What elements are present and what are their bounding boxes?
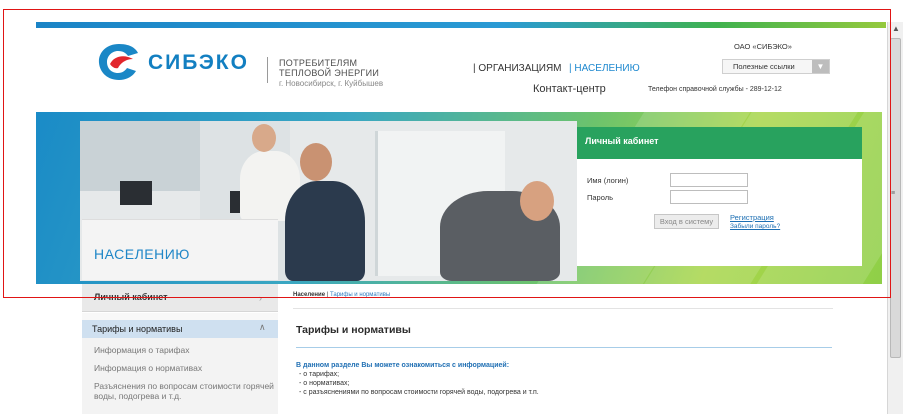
section-card: НАСЕЛЕНИЮ: [82, 219, 278, 280]
top-color-strip: [36, 22, 886, 28]
useful-links-select[interactable]: Полезные ссылки ▼: [722, 59, 830, 74]
tagline-line: ПОТРЕБИТЕЛЯМ: [279, 58, 358, 68]
password-input[interactable]: [670, 190, 748, 204]
register-link[interactable]: Регистрация: [730, 213, 774, 222]
login-title: Личный кабинет: [585, 136, 659, 146]
scroll-grip-icon: ≡: [891, 190, 896, 197]
scroll-thumb[interactable]: [890, 38, 901, 358]
scroll-up-icon[interactable]: ▲: [888, 22, 903, 36]
breadcrumb-separator: |: [326, 292, 329, 298]
login-header: Личный кабинет: [577, 127, 862, 159]
forgot-password-link[interactable]: Забыли пароль?: [730, 223, 780, 230]
logo-text: СИБЭКО: [148, 51, 249, 74]
login-input[interactable]: [670, 173, 748, 187]
list-item: - с разъяснениями по вопросам стоимости …: [299, 389, 539, 396]
photo-person-head: [300, 143, 332, 181]
nav-population[interactable]: | НАСЕЛЕНИЮ: [569, 63, 640, 74]
chevron-down-icon[interactable]: ▼: [812, 60, 829, 73]
list-item: - о тарифах;: [299, 371, 340, 378]
login-button[interactable]: Вход в систему: [654, 214, 719, 229]
contact-center-link[interactable]: Контакт-центр: [533, 83, 606, 95]
chevron-up-icon: ∧: [259, 322, 266, 332]
company-name: ОАО «СИБЭКО»: [734, 42, 792, 51]
photo-person: [285, 181, 365, 281]
list-item: - о нормативах;: [299, 380, 350, 387]
intro-text: В данном разделе Вы можете ознакомиться …: [296, 362, 510, 369]
password-label: Пароль: [587, 193, 614, 202]
header-tagline: ПОТРЕБИТЕЛЯМ ТЕПЛОВОЙ ЭНЕРГИИ г. Новосиб…: [279, 58, 449, 88]
breadcrumb-current: Тарифы и нормативы: [329, 292, 391, 298]
sidebar-subitem-tariff-info[interactable]: Информация о тарифах: [94, 345, 189, 355]
sidebar-item-label: Личный кабинет: [94, 292, 168, 302]
window-edge: [0, 0, 36, 414]
vertical-scrollbar[interactable]: ▲ ≡: [887, 22, 903, 414]
chevron-right-icon: ›: [259, 293, 262, 303]
header-divider: [267, 57, 268, 83]
sidebar-item-tariffs[interactable]: Тарифы и нормативы ∧: [82, 320, 278, 338]
login-label: Имя (логин): [587, 176, 629, 185]
nav-organizations[interactable]: | ОРГАНИЗАЦИЯМ: [473, 63, 562, 74]
sidebar-submenu: Информация о тарифах Информация о нормат…: [82, 338, 278, 414]
sibeco-logo-icon: [98, 44, 138, 80]
photo-monitor: [120, 181, 152, 205]
sidebar-subitem-norm-info[interactable]: Информация о нормативах: [94, 363, 202, 373]
useful-links-label: Полезные ссылки: [733, 62, 795, 71]
browser-page: СИБЭКО ПОТРЕБИТЕЛЯМ ТЕПЛОВОЙ ЭНЕРГИИ г. …: [0, 0, 903, 414]
hotline-phone: Телефон справочной службы - 289-12-12: [648, 86, 782, 93]
sidebar-item-label: Тарифы и нормативы: [92, 324, 183, 334]
breadcrumb-home[interactable]: Население: [293, 292, 325, 298]
login-panel: Личный кабинет Имя (логин) Пароль Вход в…: [577, 127, 862, 266]
photo-person-head: [252, 124, 276, 152]
tagline-city: г. Новосибирск, г. Куйбышев: [279, 79, 384, 88]
sidebar-gap: [82, 313, 278, 320]
sidebar-item-cabinet[interactable]: Личный кабинет ›: [82, 284, 278, 312]
sidebar-subitem-explanations[interactable]: Разъяснения по вопросам стоимости горяче…: [94, 381, 274, 401]
tagline-line: ТЕПЛОВОЙ ЭНЕРГИИ: [279, 68, 380, 78]
site-logo[interactable]: СИБЭКО: [96, 42, 266, 82]
title-underline: [296, 347, 832, 348]
photo-person-head: [520, 181, 554, 221]
breadcrumb: Население | Тарифы и нормативы: [293, 292, 390, 298]
breadcrumb-divider: [293, 308, 833, 309]
section-title: НАСЕЛЕНИЮ: [94, 246, 190, 262]
page-title: Тарифы и нормативы: [296, 324, 411, 336]
